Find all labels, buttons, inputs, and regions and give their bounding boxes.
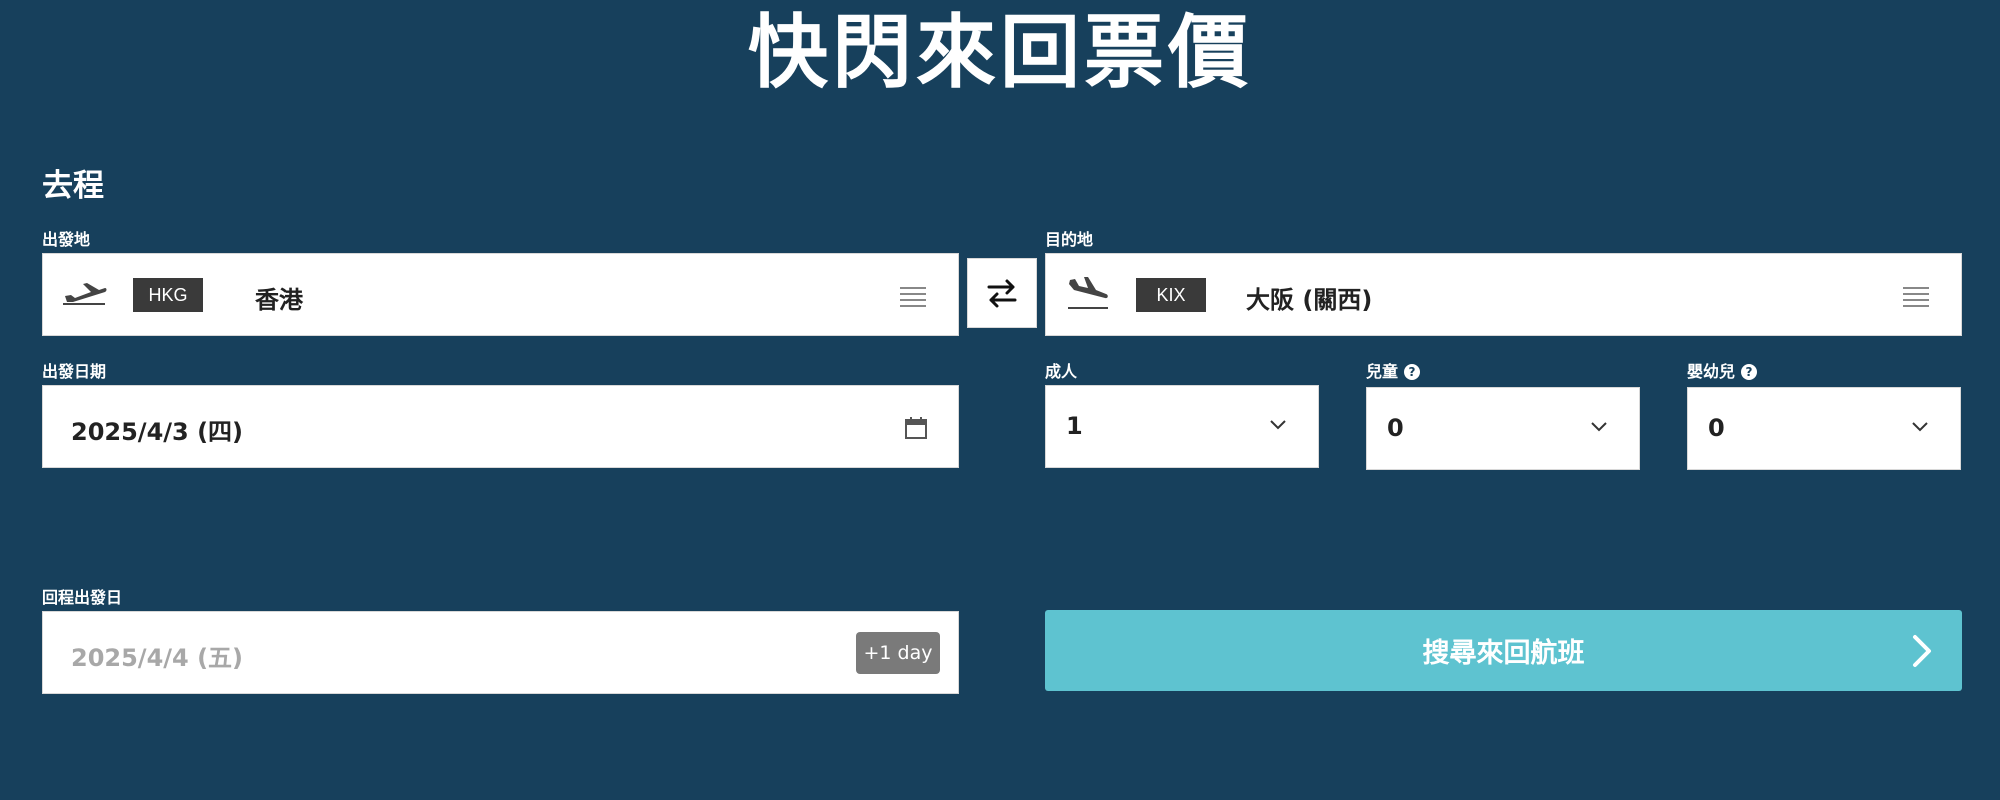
adults-select[interactable]: 1 [1045,385,1319,468]
children-label-text: 兒童 [1366,362,1399,381]
depart-date-value: 2025/4/3 (四) [71,418,244,446]
chevron-down-icon [1912,422,1928,432]
question-circle-icon[interactable]: ? [1404,364,1421,380]
origin-city: 香港 [255,286,303,314]
section-title-outbound: 去程 [42,168,104,204]
return-date-value: 2025/4/4 (五) [71,644,244,672]
destination-field[interactable]: KIX 大阪 (關西) [1045,253,1962,336]
children-value: 0 [1387,414,1404,442]
destination-label: 目的地 [1045,230,1094,249]
return-date-label: 回程出發日 [42,588,123,607]
adults-value: 1 [1066,412,1083,440]
infants-label-text: 嬰幼兒 [1687,362,1736,381]
origin-code-badge: HKG [133,278,203,312]
question-circle-icon[interactable]: ? [1741,364,1758,380]
adults-label: 成人 [1045,362,1078,381]
infants-select[interactable]: 0 [1687,387,1961,470]
destination-city: 大阪 (關西) [1246,286,1373,314]
children-label: 兒童? [1366,358,1421,382]
search-button-label: 搜尋來回航班 [1422,638,1585,669]
children-select[interactable]: 0 [1366,387,1640,470]
list-icon[interactable] [900,287,926,307]
depart-date-label: 出發日期 [42,362,107,381]
search-roundtrip-button[interactable]: 搜尋來回航班 [1045,610,1962,691]
plane-takeoff-icon [63,283,107,305]
page-title: 快閃來回票價 [748,6,1252,99]
calendar-icon[interactable] [904,416,928,440]
infants-label: 嬰幼兒? [1687,358,1758,382]
origin-field[interactable]: HKG 香港 [42,253,959,336]
day-offset-badge: +1 day [856,632,940,674]
swap-button[interactable] [967,258,1037,328]
return-date-field[interactable]: 2025/4/4 (五) +1 day [42,611,959,694]
destination-code-badge: KIX [1136,278,1206,312]
plane-landing-icon [1068,277,1108,309]
origin-label: 出發地 [42,230,91,249]
swap-arrows-icon [987,279,1017,308]
chevron-down-icon [1591,422,1607,432]
depart-date-field[interactable]: 2025/4/3 (四) [42,385,959,468]
chevron-down-icon [1270,420,1286,430]
chevron-right-icon [1913,635,1931,667]
list-icon[interactable] [1903,287,1929,307]
infants-value: 0 [1708,414,1725,442]
